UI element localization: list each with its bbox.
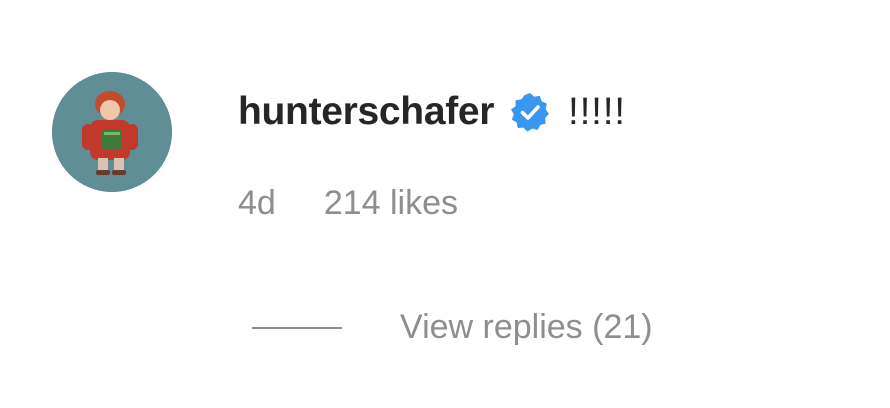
comment-text: !!!!! [568,90,626,133]
comment-body: hunterschafer !!!!! [238,80,626,144]
replies-divider-line [252,326,342,329]
comment-header: hunterschafer !!!!! [238,80,626,144]
comment-item: hunterschafer !!!!! 4d 214 likes View re… [0,0,890,408]
user-avatar-icon [52,72,172,192]
username-link[interactable]: hunterschafer [238,90,494,134]
comment-meta: 4d 214 likes [238,184,458,223]
likes-count-button[interactable]: 214 likes [324,184,458,223]
comment-timestamp[interactable]: 4d [238,184,276,223]
view-replies-button[interactable]: View replies (21) [252,308,653,347]
verified-badge-icon [510,92,550,132]
avatar[interactable] [52,72,172,192]
view-replies-label: View replies (21) [400,308,653,346]
